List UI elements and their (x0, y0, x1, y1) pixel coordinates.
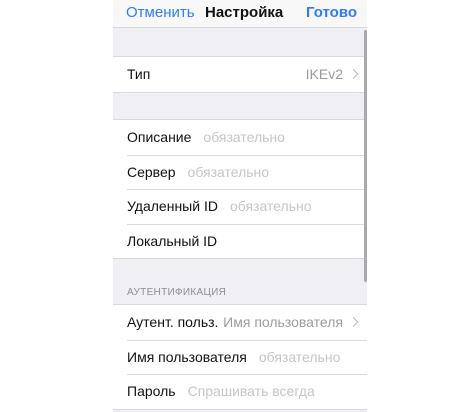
page-title: Настройка (205, 4, 284, 21)
done-button[interactable]: Готово (306, 4, 357, 21)
vpn-settings-screen: Отменить Настройка Готово Тип IKEv2 Опис… (113, 0, 367, 412)
username-label: Имя пользователя (127, 348, 247, 365)
password-field[interactable]: Спрашивать всегда (188, 383, 315, 399)
type-label: Тип (127, 66, 151, 83)
description-label: Описание (127, 129, 192, 146)
chevron-right-icon (348, 317, 359, 328)
username-field[interactable]: обязательно (259, 349, 341, 365)
authentication-section-header: АУТЕНТИФИКАЦИЯ (127, 287, 227, 298)
user-auth-label: Аутент. польз. (127, 314, 219, 331)
description-field[interactable]: обязательно (203, 129, 285, 145)
remote-id-row[interactable]: Удаленный ID обязательно (113, 189, 367, 224)
remote-id-field[interactable]: обязательно (230, 198, 312, 214)
password-label: Пароль (127, 383, 176, 400)
authentication-group: Аутент. польз. Имя пользователя Имя поль… (113, 304, 367, 410)
server-label: Сервер (127, 163, 176, 180)
server-group: Описание обязательно Сервер обязательно … (113, 119, 367, 259)
type-group: Тип IKEv2 (113, 56, 367, 93)
user-auth-value: Имя пользователя (223, 314, 343, 331)
remote-id-label: Удаленный ID (127, 198, 218, 215)
description-row[interactable]: Описание обязательно (113, 120, 367, 155)
server-field[interactable]: обязательно (188, 164, 270, 180)
cancel-button[interactable]: Отменить (126, 4, 195, 21)
chevron-right-icon (348, 69, 359, 80)
local-id-row[interactable]: Локальный ID (113, 223, 367, 259)
scrollbar[interactable] (364, 30, 367, 282)
navigation-bar: Отменить Настройка Готово (113, 0, 367, 28)
type-value: IKEv2 (305, 66, 343, 83)
local-id-label: Локальный ID (127, 232, 218, 249)
type-row[interactable]: Тип IKEv2 (113, 57, 367, 92)
password-row[interactable]: Пароль Спрашивать всегда (113, 374, 367, 409)
username-row[interactable]: Имя пользователя обязательно (113, 339, 367, 375)
user-auth-row[interactable]: Аутент. польз. Имя пользователя (113, 305, 367, 340)
server-row[interactable]: Сервер обязательно (113, 154, 367, 190)
